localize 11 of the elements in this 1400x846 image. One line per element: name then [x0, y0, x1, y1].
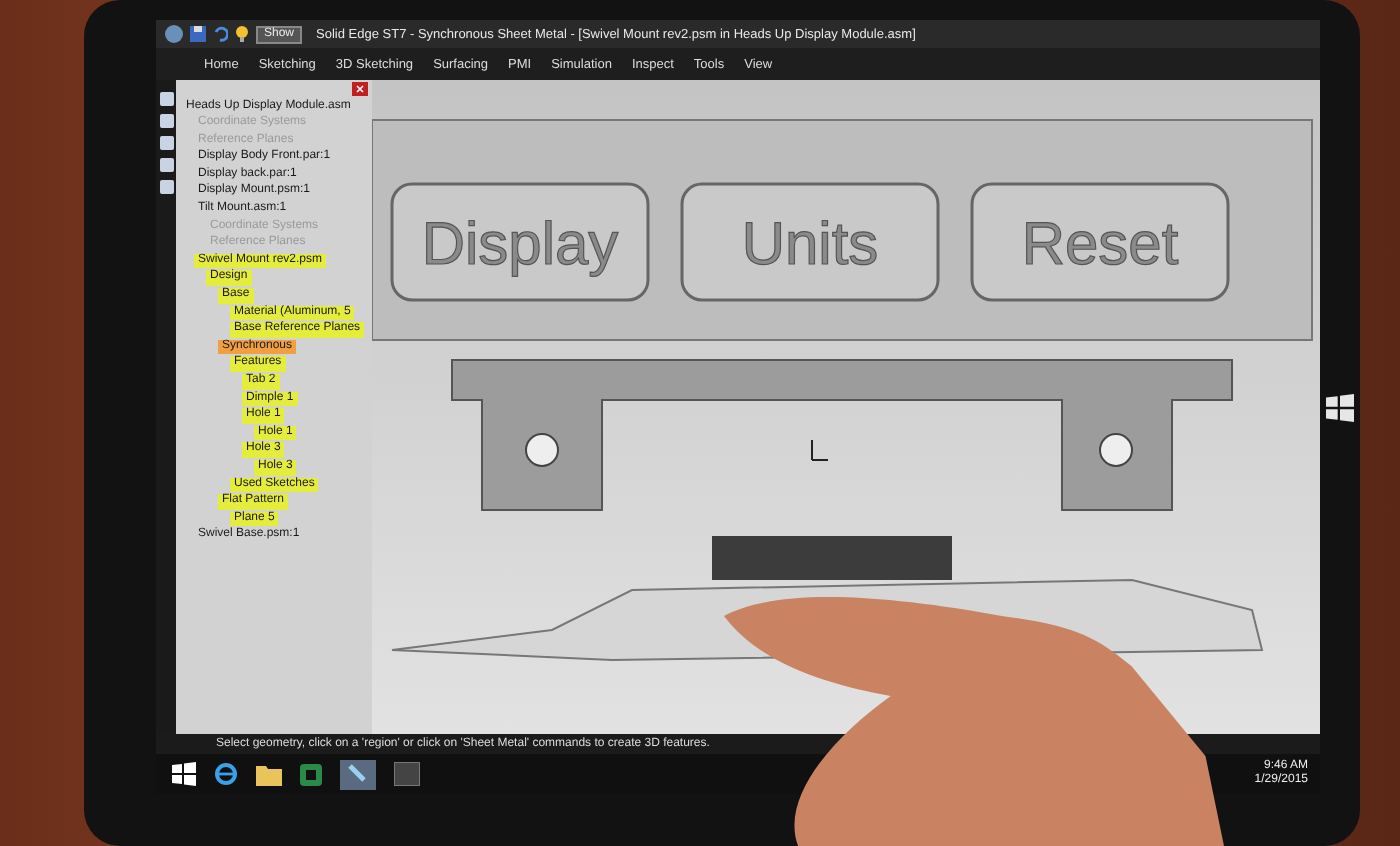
axis-triad-icon — [811, 439, 829, 461]
app-icon[interactable] — [300, 763, 322, 785]
app-logo-icon[interactable] — [164, 24, 184, 44]
close-icon[interactable] — [352, 82, 368, 96]
lightbulb-icon[interactable] — [234, 26, 250, 42]
windows-logo-icon[interactable] — [1326, 393, 1354, 421]
undo-icon[interactable] — [212, 26, 228, 42]
save-icon[interactable] — [190, 26, 206, 42]
browser-icon[interactable] — [214, 762, 238, 786]
folder-icon[interactable] — [256, 763, 282, 785]
windows-logo-icon[interactable] — [172, 762, 196, 786]
